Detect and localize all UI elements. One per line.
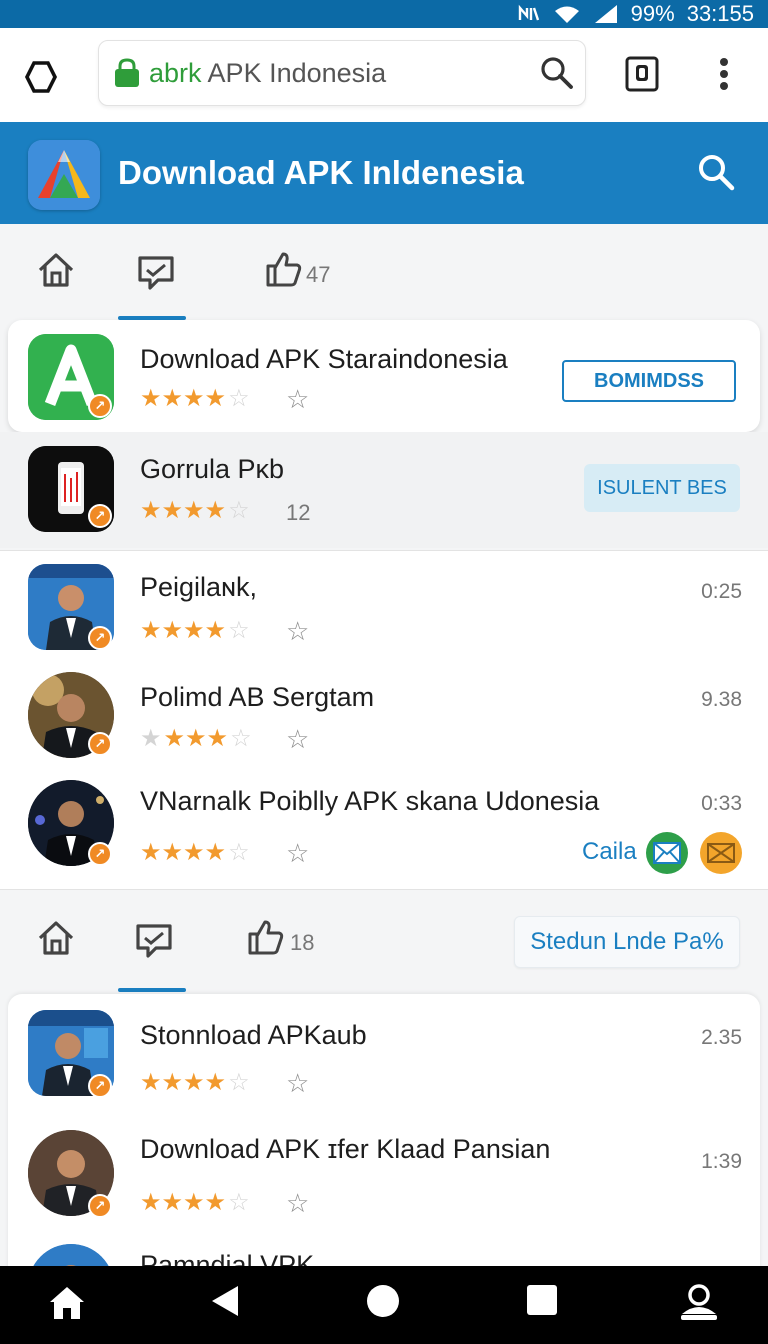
system-nav-bar <box>0 1266 768 1344</box>
app-title: Download APK Staraindonesia <box>140 344 508 374</box>
tabs-icon[interactable] <box>622 54 662 94</box>
update-badge: ↗ <box>88 504 112 528</box>
update-badge: ↗ <box>88 1074 112 1098</box>
favorite-star-icon[interactable]: ☆ <box>286 724 309 755</box>
message-icon[interactable] <box>700 832 742 874</box>
app-title: Gorrula Pĸb <box>140 454 285 484</box>
favorite-star-icon[interactable]: ☆ <box>286 1188 309 1219</box>
update-badge: ↗ <box>88 626 112 650</box>
more-icon[interactable] <box>712 54 736 94</box>
tab-home-icon[interactable] <box>36 250 76 290</box>
rating-stars: ★★★★☆ <box>140 385 250 412</box>
app-title: Stonnload APKaub <box>140 1020 367 1050</box>
download-button[interactable]: BOMIMDSS <box>562 360 736 402</box>
time-label: 1:39 <box>701 1150 742 1173</box>
install-button[interactable]: ISULENT BES <box>584 464 740 512</box>
app-title: Polimd AB Sergtam <box>140 682 375 712</box>
clock-text: 33:155 <box>686 1 754 26</box>
caila-link[interactable]: Caila <box>582 838 637 866</box>
list-item[interactable]: ↗ Download APK ɪfer Klaad Pansian ★★★★ ☆ … <box>0 1126 768 1238</box>
favorite-star-icon[interactable]: ☆ <box>286 616 309 647</box>
filter-button[interactable]: Stedun Lnde Pa% <box>514 916 740 968</box>
url-site: APK Indonesia <box>207 57 387 88</box>
app-title: VNarnalk Poiblly APK skana Udonesia <box>140 786 600 816</box>
app-icon <box>28 1244 114 1266</box>
list-item[interactable]: ↗ Peigilaɴk, ★★★★ ☆ ☆ 0:25 <box>0 560 768 664</box>
page-title: Download APK Inldenesia <box>118 154 524 191</box>
update-badge: ↗ <box>88 732 112 756</box>
favorite-star-icon[interactable]: ☆ <box>286 384 309 415</box>
wifi-icon <box>553 4 581 24</box>
time-label: 0:25 <box>701 580 742 603</box>
update-badge: ↗ <box>88 1194 112 1218</box>
tab-bar-top: 47 <box>0 224 768 320</box>
list-item[interactable]: Pamndial VPK <box>0 1240 768 1266</box>
signal-icon <box>593 4 619 24</box>
app-logo[interactable] <box>28 140 100 210</box>
rating-stars: ★★★★☆ <box>140 725 252 752</box>
list-item[interactable]: ↗ Stonnload APKaub ★★★★ ☆ ☆ 2.35 <box>0 1006 768 1114</box>
favorite-star-icon[interactable]: ☆ <box>286 1068 309 1099</box>
update-badge: ↗ <box>88 842 112 866</box>
app-title: Download APK ɪfer Klaad Pansian <box>140 1134 551 1164</box>
time-label: 0:33 <box>701 792 742 815</box>
tab-comments-icon[interactable] <box>136 254 176 292</box>
tab-like-icon[interactable] <box>246 918 284 956</box>
back-icon[interactable] <box>210 1284 240 1318</box>
tab-active-indicator <box>118 988 186 992</box>
nfc-icon <box>517 4 541 24</box>
rating-stars: ★★★★☆ <box>140 497 250 524</box>
like-count: 47 <box>306 262 331 287</box>
recents-icon[interactable] <box>526 1284 558 1316</box>
battery-text: 99% <box>630 1 675 26</box>
header-search-icon[interactable] <box>696 152 736 197</box>
rating-stars: ★★★★☆ <box>140 1069 250 1096</box>
url-text: abrk APK Indonesia <box>149 58 386 89</box>
tab-home-icon[interactable] <box>36 918 76 958</box>
mail-icon[interactable] <box>646 832 688 874</box>
app-title: Peigilaɴk, <box>140 572 257 602</box>
home-outline-icon[interactable] <box>22 58 60 96</box>
search-icon[interactable] <box>539 55 575 96</box>
tab-comments-icon[interactable] <box>134 922 174 960</box>
home-icon[interactable] <box>48 1284 86 1322</box>
account-icon[interactable] <box>678 1284 720 1322</box>
update-badge: ↗ <box>88 394 112 418</box>
lock-icon <box>115 58 139 87</box>
url-prefix: abrk <box>149 57 202 88</box>
rating-stars: ★★★★☆ <box>140 1189 250 1216</box>
rating-stars: ★★★★☆ <box>140 617 250 644</box>
favorite-star-icon[interactable]: ☆ <box>286 838 309 869</box>
review-count: 12 <box>286 500 311 525</box>
list-item[interactable]: ↗ Polimd AB Sergtam ★ ★★★ ☆ ☆ 9.38 <box>0 668 768 772</box>
like-count: 18 <box>290 930 315 955</box>
browser-toolbar: abrk APK Indonesia <box>0 28 768 122</box>
time-label: 2.35 <box>701 1026 742 1049</box>
url-bar[interactable]: abrk APK Indonesia <box>98 40 586 106</box>
rating-stars: ★★★★☆ <box>140 839 250 866</box>
circle-home-icon[interactable] <box>366 1284 400 1318</box>
status-bar: 99% 33:155 <box>0 0 768 28</box>
app-title: Pamndial VPK <box>140 1250 315 1266</box>
tab-like-icon[interactable] <box>264 250 302 288</box>
time-label: 9.38 <box>701 688 742 711</box>
app-header: Download APK Inldenesia <box>0 122 768 224</box>
